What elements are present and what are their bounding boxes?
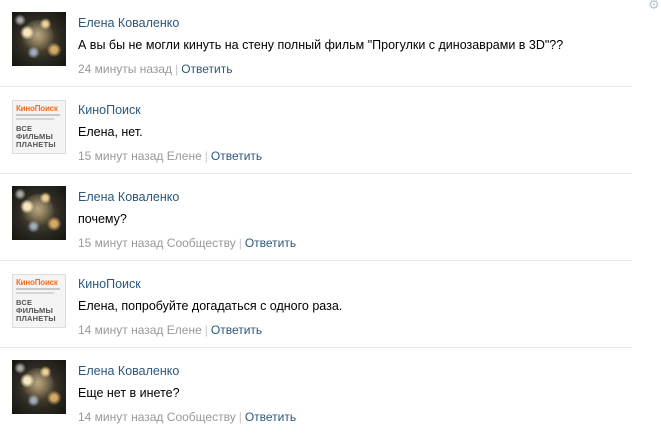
comment-text: почему? [78,212,127,226]
comment-timestamp[interactable]: 15 минут назад [78,149,163,163]
comment-item: КиноПоиск ВСЕ ФИЛЬМЫ ПЛАНЕТЫ КиноПоиск Елен… [0,87,632,174]
reply-to-name[interactable]: Сообществу [167,410,236,424]
avatar-kinopoisk[interactable]: КиноПоиск ВСЕ ФИЛЬМЫ ПЛАНЕТЫ [12,274,66,328]
reply-to-name[interactable]: Елене [167,323,202,337]
kinopoisk-logo: КиноПоиск [16,104,58,113]
comment-meta: 15 минут назад Сообществу | Ответить [78,236,296,250]
comment-meta: 24 минуты назад | Ответить [78,62,232,76]
comment-timestamp[interactable]: 24 минуты назад [78,62,172,76]
comment-author-link[interactable]: Елена Коваленко [78,364,179,378]
meta-separator: | [204,149,208,163]
logo-stripe [16,114,60,116]
comment-author-link[interactable]: Елена Коваленко [78,190,179,204]
comment-timestamp[interactable]: 15 минут назад [78,236,163,250]
comment-author-link[interactable]: КиноПоиск [78,277,141,291]
avatar-photo[interactable] [12,360,66,414]
comment-author-link[interactable]: Елена Коваленко [78,16,179,30]
reply-button[interactable]: Ответить [181,62,232,76]
kinopoisk-tagline: ВСЕ ФИЛЬМЫ ПЛАНЕТЫ [16,298,56,323]
logo-stripe [16,118,54,120]
comment-meta: 15 минут назад Елене | Ответить [78,149,262,163]
comments-list: Елена Коваленко А вы бы не могли кинуть н… [0,0,632,434]
gear-icon[interactable]: ⚙ [648,0,661,11]
logo-stripe [16,288,60,290]
reply-button[interactable]: Ответить [245,410,296,424]
comment-author-link[interactable]: КиноПоиск [78,103,141,117]
comment-item: КиноПоиск ВСЕ ФИЛЬМЫ ПЛАНЕТЫ КиноПоиск Елен… [0,261,632,348]
avatar-kinopoisk[interactable]: КиноПоиск ВСЕ ФИЛЬМЫ ПЛАНЕТЫ [12,100,66,154]
comment-meta: 14 минут назад Сообществу | Ответить [78,410,296,424]
comment-timestamp[interactable]: 14 минут назад [78,410,163,424]
kinopoisk-logo: КиноПоиск [16,278,58,287]
meta-separator: | [238,410,242,424]
meta-separator: | [175,62,179,76]
reply-button[interactable]: Ответить [211,323,262,337]
meta-separator: | [238,236,242,250]
comment-text: А вы бы не могли кинуть на стену полный … [78,38,564,52]
reply-button[interactable]: Ответить [245,236,296,250]
reply-to-name[interactable]: Елене [167,149,202,163]
comment-text: Елена, попробуйте догадаться с одного ра… [78,299,343,313]
avatar-photo[interactable] [12,12,66,66]
comment-timestamp[interactable]: 14 минут назад [78,323,163,337]
comment-item: Елена Коваленко почему? 15 минут назад Соо… [0,174,632,261]
logo-stripe [16,292,54,294]
reply-to-name[interactable]: Сообществу [167,236,236,250]
comment-meta: 14 минут назад Елене | Ответить [78,323,262,337]
kinopoisk-tagline: ВСЕ ФИЛЬМЫ ПЛАНЕТЫ [16,124,56,149]
avatar-photo[interactable] [12,186,66,240]
meta-separator: | [204,323,208,337]
comment-item: Елена Коваленко Еще нет в инете? 14 минут … [0,348,632,434]
comment-text: Еще нет в инете? [78,386,180,400]
comment-item: Елена Коваленко А вы бы не могли кинуть н… [0,0,632,87]
reply-button[interactable]: Ответить [211,149,262,163]
comment-text: Елена, нет. [78,125,143,139]
